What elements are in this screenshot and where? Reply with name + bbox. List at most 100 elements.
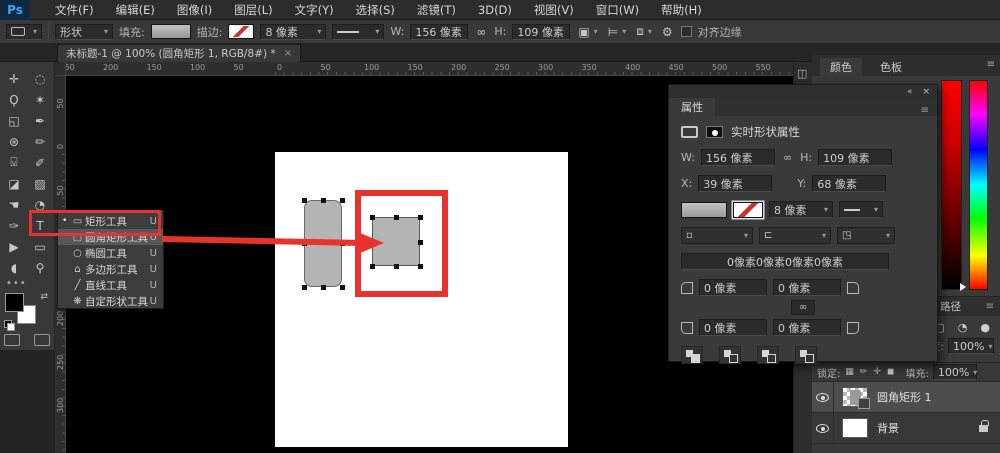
anchor-point[interactable]: [321, 285, 326, 290]
tool-magic-wand[interactable]: ✶: [27, 89, 53, 110]
tool-history-brush[interactable]: ✐: [27, 152, 53, 173]
document-canvas[interactable]: [275, 152, 568, 447]
collapse-panels-icon[interactable]: ◫: [797, 67, 807, 80]
eye-icon[interactable]: [816, 424, 829, 433]
flyout-item-4[interactable]: ╱直线工具U: [58, 277, 163, 293]
flyout-item-1[interactable]: ▢圆角矩形工具U: [58, 229, 163, 245]
flyout-item-0[interactable]: •▭矩形工具U: [58, 213, 163, 229]
layer-visibility-cell[interactable]: [812, 382, 834, 413]
tool-hand[interactable]: ◖: [1, 257, 27, 278]
tool-mode-select[interactable]: 形状▾: [55, 24, 113, 40]
menu-item-1[interactable]: 编辑(E): [105, 0, 166, 20]
layer-visibility-cell[interactable]: [812, 413, 834, 444]
flyout-item-5[interactable]: ❋自定形状工具U: [58, 293, 163, 309]
vector-mask-icon[interactable]: ◔: [958, 321, 968, 334]
tool-crop[interactable]: ◱: [1, 110, 27, 131]
path-operations-button[interactable]: ▣▾: [576, 25, 599, 39]
fill-dot-icon[interactable]: ●: [980, 321, 990, 334]
anchor-point[interactable]: [302, 241, 307, 246]
screen-mode-button[interactable]: [34, 334, 50, 346]
foreground-color-swatch[interactable]: [5, 293, 24, 312]
intersect-shape-button[interactable]: [757, 346, 779, 364]
collapse-panel-icon[interactable]: «: [907, 87, 913, 97]
menu-item-5[interactable]: 选择(S): [345, 0, 406, 20]
tool-gradient[interactable]: ▨: [27, 173, 53, 194]
anchor-point[interactable]: [340, 241, 345, 246]
tool-clone-stamp[interactable]: ⍌: [1, 152, 27, 173]
layer-thumbnail[interactable]: [842, 418, 868, 438]
tool-eraser[interactable]: ◪: [1, 173, 27, 194]
panel-menu-icon[interactable]: ≡: [921, 105, 929, 116]
prop-stroke-type-select[interactable]: ▾: [839, 201, 883, 218]
tool-rectangle[interactable]: ▭: [27, 236, 53, 257]
layer-row-1[interactable]: 背景: [812, 413, 1000, 444]
panel-menu-icon[interactable]: ≡: [987, 59, 995, 70]
menu-item-2[interactable]: 图像(I): [166, 0, 223, 20]
lock-all-icon[interactable]: ◼: [886, 367, 895, 377]
lock-image-pixels-icon[interactable]: ✏: [859, 367, 869, 377]
layer-row-0[interactable]: 圆角矩形 1: [812, 382, 1000, 413]
shape-height-input[interactable]: 109 像素: [512, 24, 570, 40]
flyout-item-3[interactable]: ⌂多边形工具U: [58, 261, 163, 277]
radius-bottomright-input[interactable]: 0 像素: [773, 319, 841, 336]
tool-preset-picker[interactable]: ▾: [6, 24, 42, 40]
prop-y-input[interactable]: 68 像素: [812, 175, 886, 192]
geometry-options-gear-icon[interactable]: ⚙: [660, 25, 675, 39]
menu-item-0[interactable]: 文件(F): [44, 0, 105, 20]
menu-item-6[interactable]: 滤镜(T): [406, 0, 467, 20]
lock-position-icon[interactable]: ✛: [872, 367, 882, 377]
document-tab[interactable]: 未标题-1 @ 100% (圆角矩形 1, RGB/8#) * ×: [57, 44, 301, 62]
prop-width-input[interactable]: 156 像素: [701, 149, 775, 166]
tool-brush[interactable]: ✏: [27, 131, 53, 152]
corner-radii-summary[interactable]: 0像素0像素0像素0像素: [681, 253, 889, 270]
path-alignment-button[interactable]: ⊨▾: [606, 25, 628, 39]
tab-swatches[interactable]: 色板: [870, 58, 912, 76]
stroke-align-select[interactable]: ▫▾: [681, 227, 753, 244]
swap-colors-icon[interactable]: ⇄: [40, 292, 48, 302]
flyout-item-2[interactable]: ○椭圆工具U: [58, 245, 163, 261]
align-edges-checkbox[interactable]: [681, 26, 692, 37]
default-colors-icon[interactable]: [4, 320, 14, 330]
tool-type[interactable]: T: [27, 215, 53, 236]
edit-toolbar-icon[interactable]: •••: [6, 278, 27, 289]
shape-width-input[interactable]: 156 像素: [410, 24, 468, 40]
layer-thumbnail[interactable]: [842, 387, 868, 407]
eye-icon[interactable]: [816, 393, 829, 402]
menu-item-4[interactable]: 文字(Y): [284, 0, 345, 20]
stroke-width-select[interactable]: 8 像素▾: [260, 24, 326, 40]
anchor-point[interactable]: [321, 198, 326, 203]
exclude-shape-button[interactable]: [795, 346, 817, 364]
rounded-rectangle-shape[interactable]: [304, 200, 342, 287]
link-radii-icon[interactable]: ∞: [791, 300, 815, 315]
tool-marquee[interactable]: ◌: [27, 68, 53, 89]
prop-height-input[interactable]: 109 像素: [818, 149, 892, 166]
tab-close-icon[interactable]: ×: [284, 48, 292, 59]
quick-mask-button[interactable]: [4, 334, 20, 346]
path-arrangement-button[interactable]: ⧈▾: [634, 24, 654, 39]
lock-transparent-pixels-icon[interactable]: ▦: [844, 367, 855, 377]
stroke-swatch[interactable]: [228, 24, 254, 39]
anchor-point[interactable]: [302, 285, 307, 290]
stroke-corners-select[interactable]: ◳▾: [837, 227, 895, 244]
tool-lasso[interactable]: Ϙ: [1, 89, 27, 110]
radius-bottomleft-input[interactable]: 0 像素: [699, 319, 767, 336]
close-panel-icon[interactable]: ×: [922, 87, 930, 97]
anchor-point[interactable]: [302, 198, 307, 203]
link-wh-icon[interactable]: ∞: [781, 151, 794, 164]
subtract-shape-button[interactable]: [719, 346, 741, 364]
menu-item-3[interactable]: 图层(L): [223, 0, 283, 20]
menu-item-10[interactable]: 帮助(H): [650, 0, 713, 20]
radius-topright-input[interactable]: 0 像素: [773, 279, 841, 296]
fill-swatch[interactable]: [151, 24, 191, 39]
menu-item-9[interactable]: 窗口(W): [585, 0, 650, 20]
tool-healing-brush[interactable]: ⊛: [1, 131, 27, 152]
tool-move[interactable]: ✛: [1, 68, 27, 89]
prop-fill-swatch[interactable]: [681, 202, 727, 218]
menu-item-8[interactable]: 视图(V): [523, 0, 585, 20]
red-channel-ramp[interactable]: [941, 80, 962, 290]
anchor-point[interactable]: [340, 285, 345, 290]
color-ramp-marker[interactable]: [960, 283, 966, 291]
prop-stroke-width-select[interactable]: 8 像素▾: [769, 201, 833, 218]
tool-zoom[interactable]: ⚲: [27, 257, 53, 278]
combine-shapes-button[interactable]: [681, 346, 703, 364]
